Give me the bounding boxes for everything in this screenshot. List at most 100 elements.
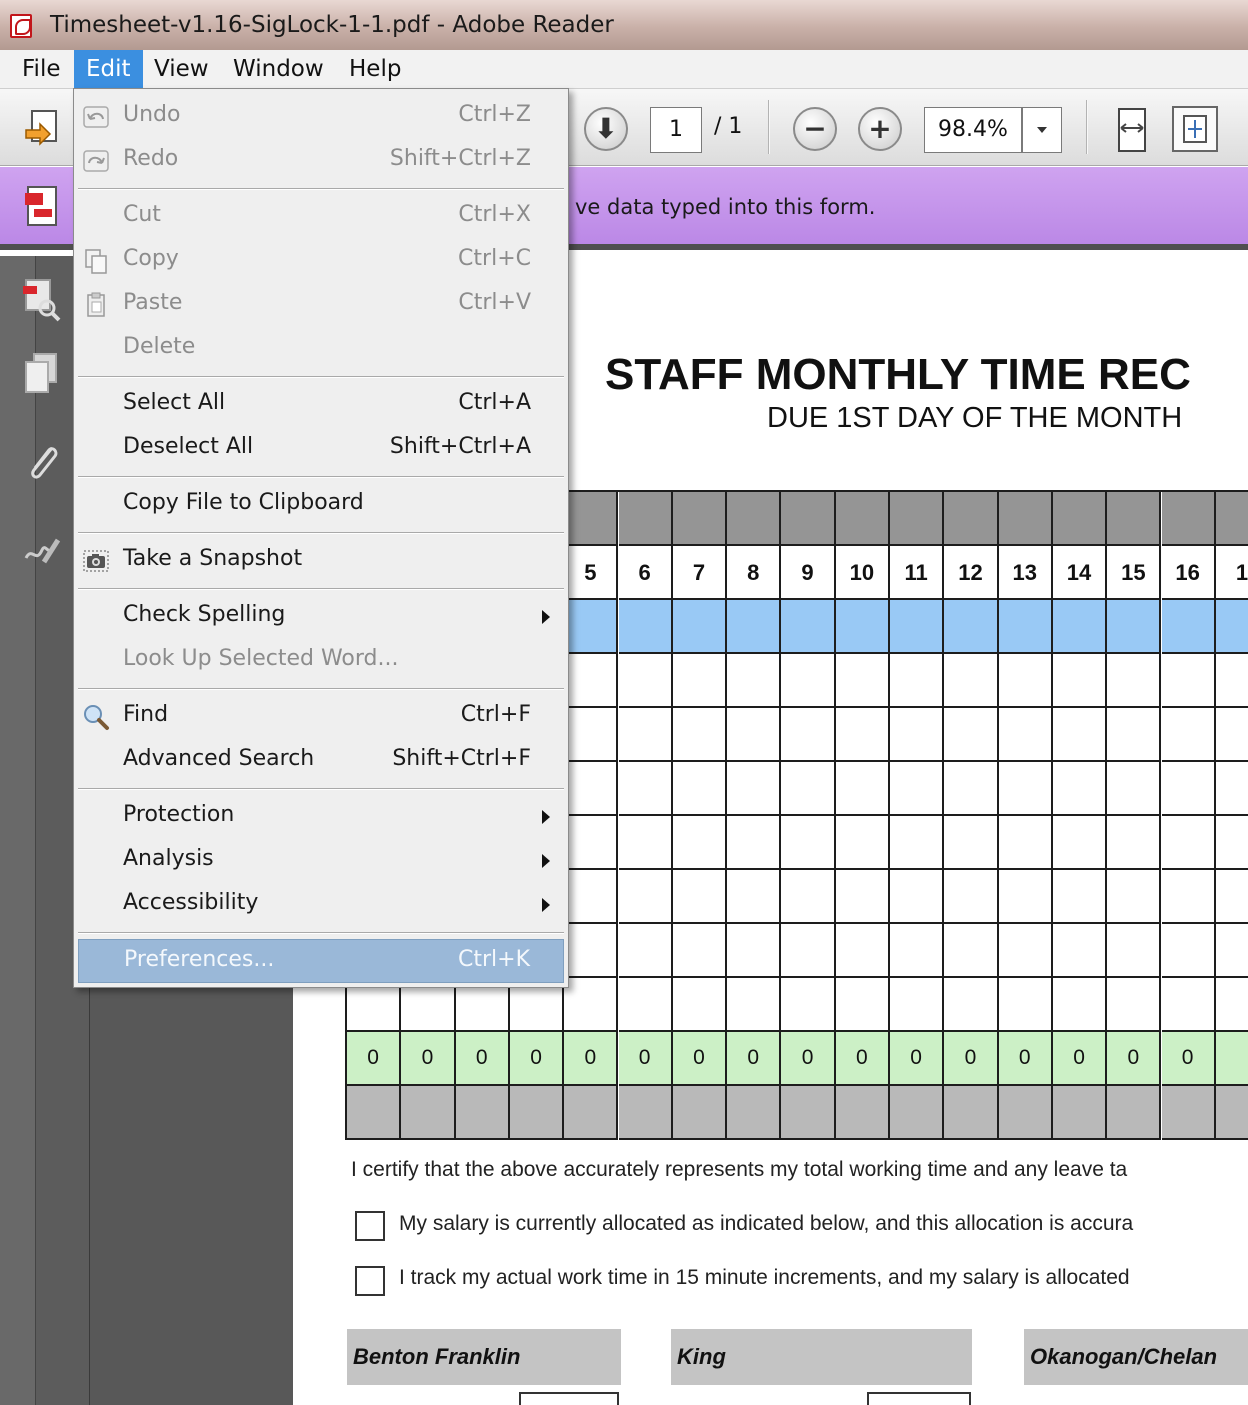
hours-entry-cell[interactable]	[1052, 870, 1108, 924]
hours-entry-cell[interactable]	[1161, 870, 1216, 924]
hours-entry-cell[interactable]	[998, 870, 1053, 924]
menu-item-check-spelling[interactable]: Check Spelling	[74, 595, 568, 639]
signatures-icon[interactable]	[22, 528, 62, 572]
zoom-in-button[interactable]: +	[858, 107, 902, 151]
hours-entry-cell[interactable]	[1161, 654, 1216, 708]
attachments-paperclip-icon[interactable]	[22, 440, 62, 484]
menu-item-copy-file-to-clipboard[interactable]: Copy File to Clipboard	[74, 483, 568, 527]
hours-entry-cell[interactable]	[835, 600, 890, 654]
hours-entry-cell[interactable]	[835, 870, 890, 924]
hours-entry-cell[interactable]	[835, 654, 890, 708]
hours-entry-cell[interactable]	[890, 600, 945, 654]
hours-entry-cell[interactable]	[672, 978, 728, 1032]
menu-edit[interactable]: Edit	[74, 50, 143, 88]
hours-entry-cell[interactable]	[1107, 654, 1162, 708]
hours-entry-cell[interactable]	[727, 600, 782, 654]
hours-entry-cell[interactable]	[1215, 708, 1248, 762]
menu-item-protection[interactable]: Protection	[74, 795, 568, 839]
next-page-button[interactable]: ⬇	[584, 107, 628, 151]
hours-entry-cell[interactable]	[944, 654, 999, 708]
hours-entry-cell[interactable]	[727, 924, 782, 978]
hours-entry-cell[interactable]	[1161, 600, 1216, 654]
hours-entry-cell[interactable]	[781, 600, 836, 654]
page-thumbnails-icon[interactable]	[22, 278, 62, 322]
pages-icon[interactable]	[22, 352, 62, 396]
hours-entry-cell[interactable]	[618, 816, 673, 870]
hours-entry-cell[interactable]	[1107, 978, 1162, 1032]
hours-entry-cell[interactable]	[1052, 816, 1108, 870]
hours-entry-cell[interactable]	[1107, 762, 1162, 816]
hours-entry-cell[interactable]	[1107, 816, 1162, 870]
menu-window[interactable]: Window	[221, 50, 336, 88]
hours-entry-cell[interactable]	[998, 654, 1053, 708]
hours-entry-cell[interactable]	[890, 978, 945, 1032]
hours-entry-cell[interactable]	[944, 924, 999, 978]
menu-item-select-all[interactable]: Select All Ctrl+A	[74, 383, 568, 427]
menu-item-take-a-snapshot[interactable]: Take a Snapshot	[74, 539, 568, 583]
menu-file[interactable]: File	[10, 50, 73, 88]
hours-entry-cell[interactable]	[672, 870, 728, 924]
allocation-input[interactable]	[867, 1392, 971, 1405]
hours-entry-cell[interactable]	[890, 708, 945, 762]
hours-entry-cell[interactable]	[672, 924, 728, 978]
hours-entry-cell[interactable]	[618, 978, 673, 1032]
hours-entry-cell[interactable]	[564, 978, 619, 1032]
hours-entry-cell[interactable]	[781, 924, 836, 978]
hours-entry-cell[interactable]	[1161, 708, 1216, 762]
hours-entry-cell[interactable]	[890, 816, 945, 870]
hours-entry-cell[interactable]	[944, 870, 999, 924]
hours-entry-cell[interactable]	[727, 978, 782, 1032]
fit-width-icon[interactable]	[1112, 106, 1152, 154]
zoom-out-button[interactable]: −	[793, 107, 837, 151]
hours-entry-cell[interactable]	[672, 708, 728, 762]
hours-entry-cell[interactable]	[727, 654, 782, 708]
hours-entry-cell[interactable]	[944, 816, 999, 870]
hours-entry-cell[interactable]	[781, 816, 836, 870]
hours-entry-cell[interactable]	[727, 816, 782, 870]
menu-view[interactable]: View	[142, 50, 221, 88]
hours-entry-cell[interactable]	[1107, 924, 1162, 978]
menu-item-find[interactable]: Find Ctrl+F	[74, 695, 568, 739]
hours-entry-cell[interactable]	[618, 924, 673, 978]
hours-entry-cell[interactable]	[998, 600, 1053, 654]
allocation-input[interactable]	[519, 1392, 619, 1405]
zoom-dropdown-button[interactable]	[1022, 107, 1062, 153]
full-screen-icon[interactable]	[1172, 106, 1218, 152]
hours-entry-cell[interactable]	[890, 924, 945, 978]
hours-entry-cell[interactable]	[727, 762, 782, 816]
hours-entry-cell[interactable]	[1215, 870, 1248, 924]
hours-entry-cell[interactable]	[1161, 924, 1216, 978]
hours-entry-cell[interactable]	[618, 654, 673, 708]
hours-entry-cell[interactable]	[727, 708, 782, 762]
create-pdf-icon[interactable]	[22, 108, 64, 150]
hours-entry-cell[interactable]	[618, 600, 673, 654]
hours-entry-cell[interactable]	[564, 816, 619, 870]
hours-entry-cell[interactable]	[1161, 762, 1216, 816]
hours-entry-cell[interactable]	[618, 870, 673, 924]
hours-entry-cell[interactable]	[1107, 600, 1162, 654]
hours-entry-cell[interactable]	[998, 816, 1053, 870]
menu-item-advanced-search[interactable]: Advanced Search Shift+Ctrl+F	[74, 739, 568, 783]
hours-entry-cell[interactable]	[672, 600, 728, 654]
hours-entry-cell[interactable]	[727, 870, 782, 924]
hours-entry-cell[interactable]	[1052, 924, 1108, 978]
hours-entry-cell[interactable]	[1215, 978, 1248, 1032]
hours-entry-cell[interactable]	[1107, 870, 1162, 924]
hours-entry-cell[interactable]	[564, 870, 619, 924]
hours-entry-cell[interactable]	[1215, 654, 1248, 708]
hours-entry-cell[interactable]	[944, 600, 999, 654]
hours-entry-cell[interactable]	[564, 708, 619, 762]
hours-entry-cell[interactable]	[998, 762, 1053, 816]
hours-entry-cell[interactable]	[1052, 762, 1108, 816]
salary-allocated-checkbox[interactable]	[355, 1211, 385, 1241]
hours-entry-cell[interactable]	[672, 762, 728, 816]
hours-entry-cell[interactable]	[1052, 708, 1108, 762]
hours-entry-cell[interactable]	[1161, 816, 1216, 870]
hours-entry-cell[interactable]	[564, 600, 619, 654]
hours-entry-cell[interactable]	[1052, 654, 1108, 708]
hours-entry-cell[interactable]	[1215, 762, 1248, 816]
menu-item-preferences[interactable]: Preferences... Ctrl+K	[78, 939, 564, 983]
hours-entry-cell[interactable]	[890, 654, 945, 708]
hours-entry-cell[interactable]	[1052, 600, 1108, 654]
hours-entry-cell[interactable]	[998, 924, 1053, 978]
